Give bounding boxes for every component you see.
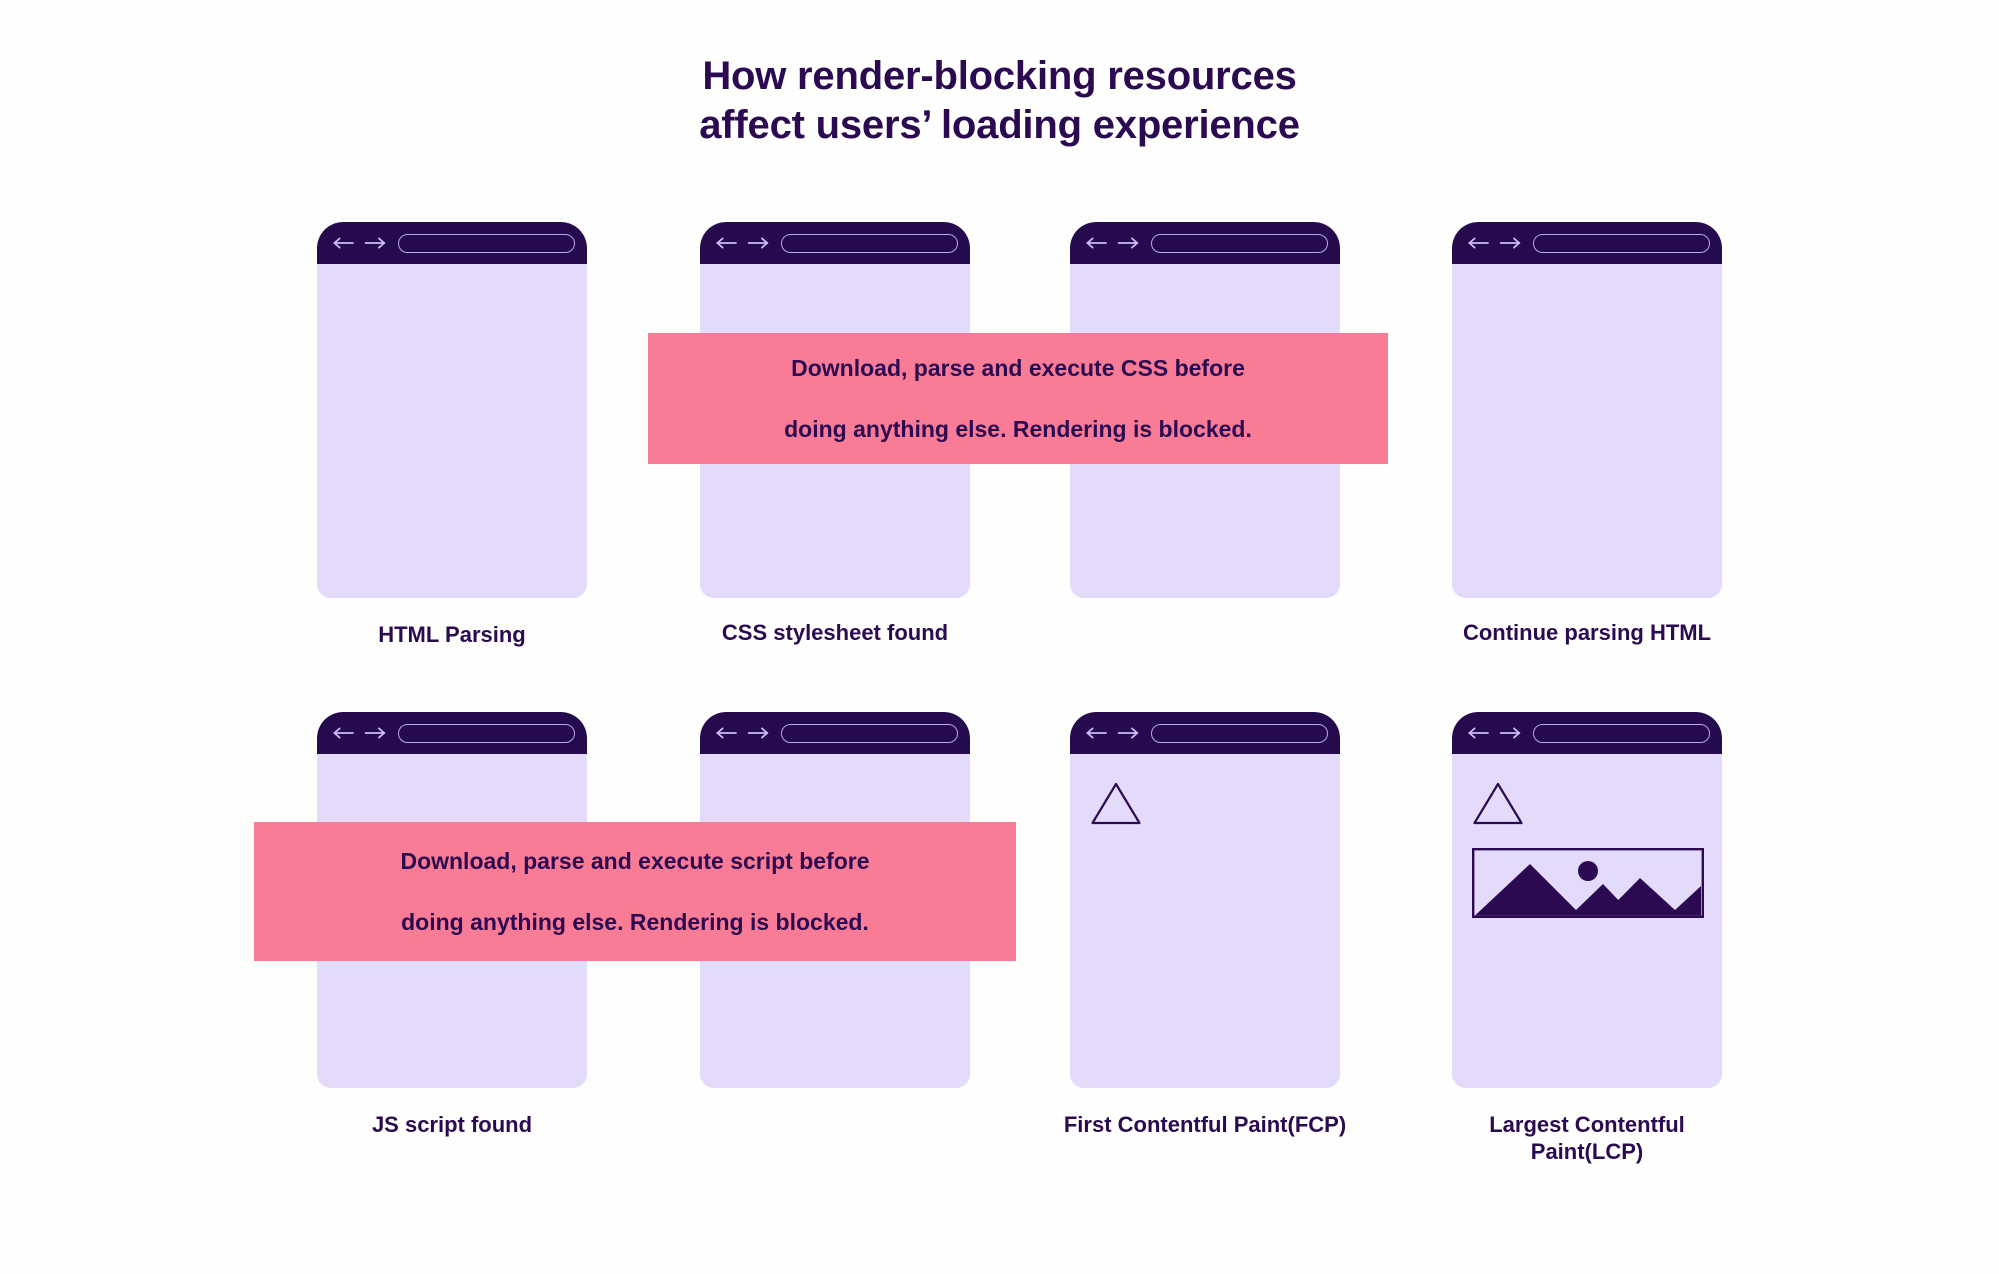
card-caption: Continue parsing HTML [1462, 620, 1712, 645]
browser-window [1070, 712, 1340, 1088]
browser-window [1452, 712, 1722, 1088]
triangle-outline-icon [1090, 781, 1142, 826]
browser-card-fcp: First Contentful Paint(FCP) [1064, 712, 1346, 1137]
arrow-right-icon[interactable] [1499, 726, 1521, 740]
browser-card-html-parsing: HTML Parsing [317, 222, 587, 647]
arrow-left-icon[interactable] [333, 236, 355, 250]
arrow-right-icon[interactable] [364, 726, 386, 740]
url-bar[interactable] [1533, 723, 1710, 743]
arrow-left-icon[interactable] [1086, 236, 1108, 250]
card-caption: CSS stylesheet found [721, 620, 949, 645]
browser-chrome [1452, 712, 1722, 754]
card-caption: First Contentful Paint(FCP) [1063, 1112, 1347, 1137]
browser-chrome [700, 222, 970, 264]
arrow-left-icon[interactable] [716, 236, 738, 250]
arrow-left-icon[interactable] [1468, 726, 1490, 740]
arrow-left-icon[interactable] [1086, 726, 1108, 740]
arrow-right-icon[interactable] [364, 236, 386, 250]
browser-window [317, 222, 587, 598]
url-bar[interactable] [1533, 233, 1710, 253]
browser-viewport [1452, 264, 1722, 598]
browser-viewport [1452, 754, 1722, 1088]
browser-chrome [1070, 222, 1340, 264]
blocking-banner-script: Download, parse and execute script befor… [254, 822, 1016, 961]
blocking-banner-css: Download, parse and execute CSS before d… [648, 333, 1388, 464]
card-caption: Largest Contentful Paint(LCP) [1489, 1112, 1685, 1164]
arrow-right-icon[interactable] [1117, 236, 1139, 250]
browser-window [1452, 222, 1722, 598]
browser-chrome [317, 222, 587, 264]
arrow-right-icon[interactable] [747, 236, 769, 250]
diagram-stage: HTML Parsing CSS stylesheet found Contin… [0, 0, 1999, 1274]
arrow-left-icon[interactable] [333, 726, 355, 740]
arrow-right-icon[interactable] [1499, 236, 1521, 250]
browser-viewport [317, 264, 587, 598]
browser-card-continue-parsing: Continue parsing HTML [1452, 222, 1722, 645]
arrow-left-icon[interactable] [716, 726, 738, 740]
url-bar[interactable] [1151, 723, 1328, 743]
card-caption: HTML Parsing [378, 622, 526, 647]
arrow-right-icon[interactable] [747, 726, 769, 740]
blocking-banner-line-1: Download, parse and execute CSS before [791, 354, 1245, 381]
arrow-left-icon[interactable] [1468, 236, 1490, 250]
url-bar[interactable] [398, 723, 575, 743]
browser-chrome [1070, 712, 1340, 754]
url-bar[interactable] [781, 723, 958, 743]
url-bar[interactable] [781, 233, 958, 253]
blocking-banner-text: Download, parse and execute CSS before d… [674, 353, 1362, 444]
browser-chrome [1452, 222, 1722, 264]
blocking-banner-line-1: Download, parse and execute script befor… [400, 847, 870, 874]
blocking-banner-line-2: doing anything else. Rendering is blocke… [401, 908, 869, 935]
url-bar[interactable] [1151, 233, 1328, 253]
browser-chrome [700, 712, 970, 754]
browser-chrome [317, 712, 587, 754]
arrow-right-icon[interactable] [1117, 726, 1139, 740]
browser-card-lcp: Largest Contentful Paint(LCP) [1452, 712, 1722, 1164]
blocking-banner-line-2: doing anything else. Rendering is blocke… [784, 415, 1252, 442]
blocking-banner-text: Download, parse and execute script befor… [280, 846, 990, 937]
triangle-outline-icon [1472, 781, 1524, 826]
image-placeholder-icon [1472, 848, 1704, 918]
card-caption: JS script found [371, 1112, 533, 1137]
url-bar[interactable] [398, 233, 575, 253]
browser-viewport [1070, 754, 1340, 1088]
